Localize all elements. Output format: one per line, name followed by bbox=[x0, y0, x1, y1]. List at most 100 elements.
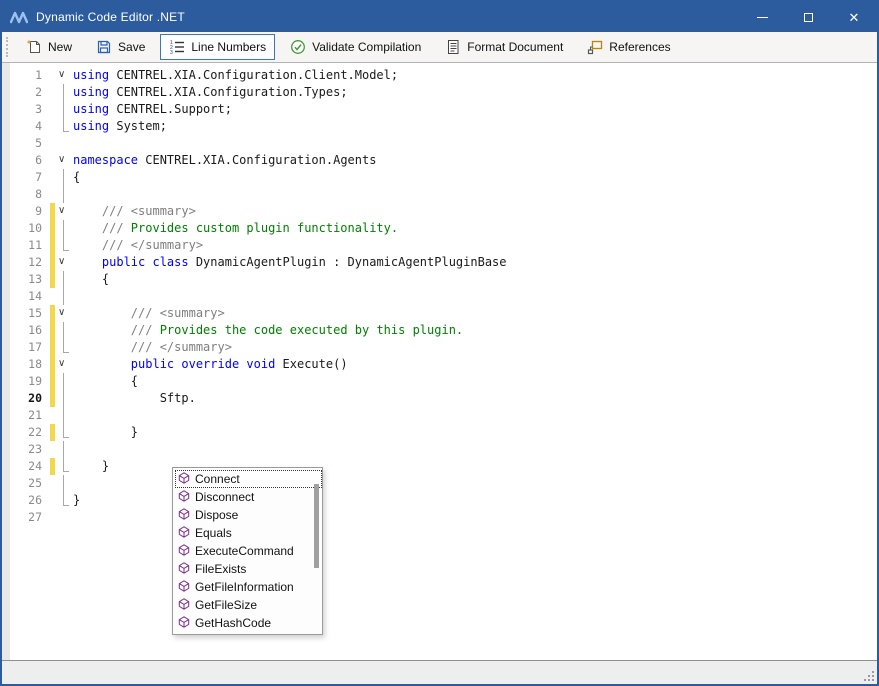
fold-guide bbox=[55, 322, 73, 339]
code-line[interactable]: 27 bbox=[10, 509, 877, 526]
code-line[interactable]: 18∨ public override void Execute() bbox=[10, 356, 877, 373]
code-text: using CENTREL.XIA.Configuration.Client.M… bbox=[73, 67, 398, 84]
resize-grip-icon[interactable] bbox=[862, 669, 874, 681]
new-document-icon bbox=[26, 39, 42, 55]
method-icon bbox=[178, 544, 190, 559]
code-line[interactable]: 15 ∨ /// <summary> bbox=[10, 305, 877, 322]
autocomplete-item[interactable]: GetFileSize bbox=[175, 596, 322, 614]
line-number: 18 bbox=[10, 356, 50, 373]
code-line[interactable]: 20 Sftp. bbox=[10, 390, 877, 407]
fold-collapse-icon[interactable]: ∨ bbox=[55, 305, 73, 322]
code-line[interactable]: 26} bbox=[10, 492, 877, 509]
code-text: /// </summary> bbox=[73, 237, 203, 254]
line-number: 27 bbox=[10, 509, 50, 526]
code-line[interactable]: 3using CENTREL.Support; bbox=[10, 101, 877, 118]
code-editor[interactable]: 1∨using CENTREL.XIA.Configuration.Client… bbox=[2, 63, 877, 661]
code-text: Sftp. bbox=[73, 390, 196, 407]
code-line[interactable]: 4using System; bbox=[10, 118, 877, 135]
line-number: 12 bbox=[10, 254, 50, 271]
line-number: 15 bbox=[10, 305, 50, 322]
code-line[interactable]: 14 bbox=[10, 288, 877, 305]
code-text: /// </summary> bbox=[73, 339, 232, 356]
fold-guide bbox=[55, 492, 73, 509]
autocomplete-item[interactable]: FileExists bbox=[175, 560, 322, 578]
autocomplete-item[interactable]: Dispose bbox=[175, 506, 322, 524]
line-number: 17 bbox=[10, 339, 50, 356]
code-line[interactable]: 10 /// Provides custom plugin functional… bbox=[10, 220, 877, 237]
autocomplete-item[interactable]: ExecuteCommand bbox=[175, 542, 322, 560]
code-line[interactable]: 24 } bbox=[10, 458, 877, 475]
save-button[interactable]: Save bbox=[87, 34, 154, 60]
fold-guide bbox=[55, 220, 73, 237]
window-title: Dynamic Code Editor .NET bbox=[36, 10, 185, 24]
fold-collapse-icon[interactable]: ∨ bbox=[55, 152, 73, 169]
code-text: /// <summary> bbox=[73, 305, 225, 322]
line-numbers-toggle[interactable]: 1 2 3 Line Numbers bbox=[160, 34, 275, 60]
autocomplete-item-label: ExecuteCommand bbox=[195, 544, 294, 558]
code-line[interactable]: 21 bbox=[10, 407, 877, 424]
maximize-button[interactable] bbox=[785, 2, 831, 32]
line-numbers-label: Line Numbers bbox=[191, 40, 266, 54]
method-icon bbox=[178, 526, 190, 541]
references-label: References bbox=[609, 40, 670, 54]
toolbar: New Save 1 2 3 bbox=[2, 32, 877, 63]
title-bar: Dynamic Code Editor .NET ✕ bbox=[2, 2, 877, 32]
autocomplete-item[interactable]: Disconnect bbox=[175, 488, 322, 506]
autocomplete-item[interactable]: GetHashCode bbox=[175, 614, 322, 632]
code-line[interactable]: 12∨ public class DynamicAgentPlugin : Dy… bbox=[10, 254, 877, 271]
fold-guide bbox=[55, 169, 73, 186]
autocomplete-item[interactable]: Connect bbox=[175, 470, 322, 488]
new-button[interactable]: New bbox=[17, 34, 81, 60]
code-line[interactable]: 16 /// Provides the code executed by thi… bbox=[10, 322, 877, 339]
method-icon bbox=[178, 616, 190, 631]
code-line[interactable]: 19 { bbox=[10, 373, 877, 390]
code-line[interactable]: 11 /// </summary> bbox=[10, 237, 877, 254]
line-number: 9 bbox=[10, 203, 50, 220]
chevron-down-icon: ∨ bbox=[58, 203, 65, 218]
line-number: 19 bbox=[10, 373, 50, 390]
code-line[interactable]: 17 /// </summary> bbox=[10, 339, 877, 356]
chevron-down-icon: ∨ bbox=[58, 356, 65, 371]
code-text: using CENTREL.XIA.Configuration.Types; bbox=[73, 84, 348, 101]
line-number: 24 bbox=[10, 458, 50, 475]
autocomplete-item-label: Connect bbox=[195, 472, 240, 486]
line-number: 21 bbox=[10, 407, 50, 424]
code-line[interactable]: 6∨namespace CENTREL.XIA.Configuration.Ag… bbox=[10, 152, 877, 169]
format-document-button[interactable]: Format Document bbox=[436, 34, 572, 60]
code-line[interactable]: 9 ∨ /// <summary> bbox=[10, 203, 877, 220]
validate-compilation-button[interactable]: Validate Compilation bbox=[281, 34, 430, 60]
code-text: { bbox=[73, 271, 109, 288]
method-icon bbox=[178, 598, 190, 613]
autocomplete-item[interactable]: Equals bbox=[175, 524, 322, 542]
minimize-button[interactable] bbox=[739, 2, 785, 32]
code-line[interactable]: 22 } bbox=[10, 424, 877, 441]
status-bar bbox=[2, 661, 877, 684]
fold-guide bbox=[55, 288, 73, 305]
code-line[interactable]: 13 { bbox=[10, 271, 877, 288]
fold-guide bbox=[55, 339, 73, 356]
code-line[interactable]: 25 bbox=[10, 475, 877, 492]
autocomplete-item-label: Disconnect bbox=[195, 490, 254, 504]
code-line[interactable]: 1 ∨using CENTREL.XIA.Configuration.Client… bbox=[10, 67, 877, 84]
code-line[interactable]: 8 bbox=[10, 186, 877, 203]
code-area[interactable]: 1∨using CENTREL.XIA.Configuration.Client… bbox=[10, 67, 877, 526]
autocomplete-item-label: GetFileSize bbox=[195, 598, 257, 612]
autocomplete-scrollbar-thumb[interactable] bbox=[314, 484, 319, 568]
toolbar-grip[interactable] bbox=[6, 37, 9, 57]
code-line[interactable]: 5 bbox=[10, 135, 877, 152]
code-line[interactable]: 2using CENTREL.XIA.Configuration.Types; bbox=[10, 84, 877, 101]
fold-collapse-icon[interactable]: ∨ bbox=[55, 67, 73, 84]
line-number: 1 bbox=[10, 67, 50, 84]
code-text: /// <summary> bbox=[73, 203, 196, 220]
code-line[interactable]: 23 bbox=[10, 441, 877, 458]
fold-collapse-icon[interactable]: ∨ bbox=[55, 254, 73, 271]
line-number: 11 bbox=[10, 237, 50, 254]
references-button[interactable]: References bbox=[578, 34, 679, 60]
fold-collapse-icon[interactable]: ∨ bbox=[55, 203, 73, 220]
fold-collapse-icon[interactable]: ∨ bbox=[55, 356, 73, 373]
line-number: 26 bbox=[10, 492, 50, 509]
close-button[interactable]: ✕ bbox=[831, 2, 877, 32]
method-icon bbox=[178, 490, 190, 505]
code-line[interactable]: 7{ bbox=[10, 169, 877, 186]
autocomplete-item[interactable]: GetFileInformation bbox=[175, 578, 322, 596]
